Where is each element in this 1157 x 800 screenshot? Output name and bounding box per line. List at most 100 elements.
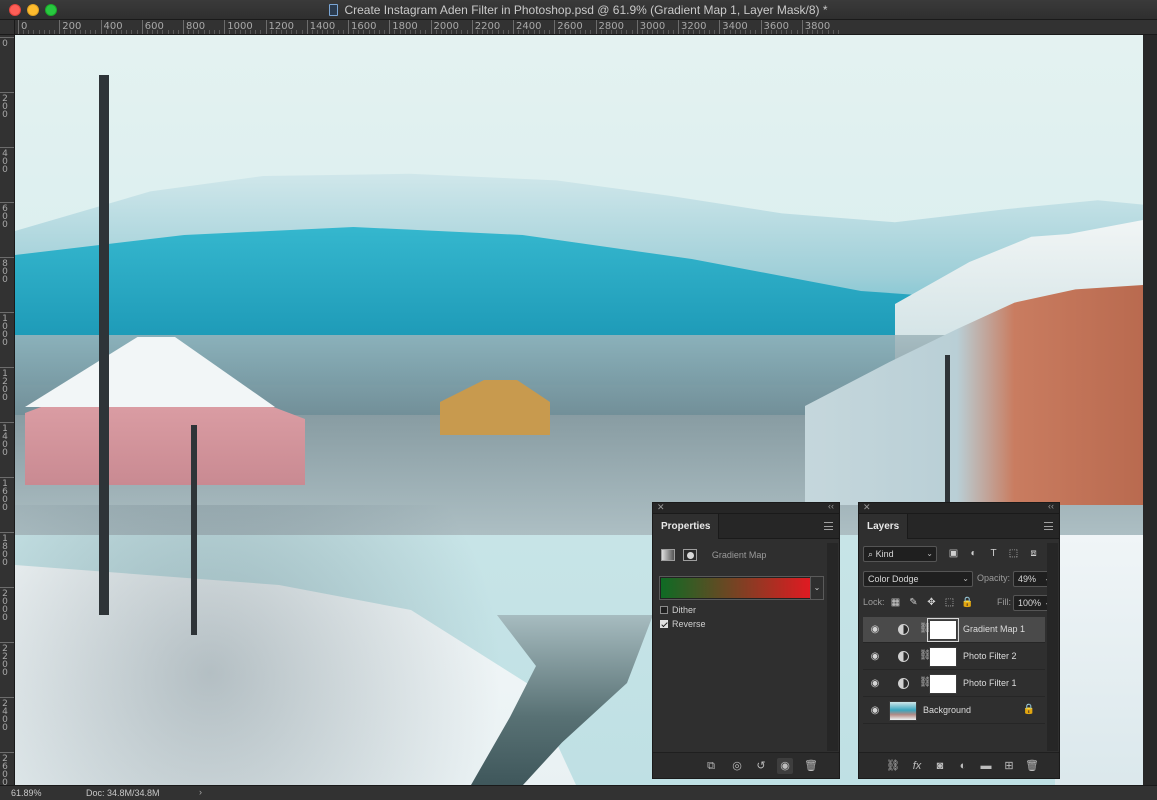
ruler-minor-tick	[456, 30, 458, 34]
reverse-option[interactable]: Reverse	[660, 618, 706, 630]
background-thumbnail[interactable]	[889, 701, 917, 721]
new-adjustment-layer-icon[interactable]: ◐	[955, 758, 971, 774]
ruler-major-tick	[0, 752, 14, 753]
document-title: Create Instagram Aden Filter in Photosho…	[344, 3, 828, 17]
ruler-minor-tick	[745, 30, 747, 34]
delete-layer-trash-icon[interactable]: 🗑	[1024, 758, 1040, 774]
reset-adjustments-icon[interactable]: ↺	[753, 758, 769, 774]
clip-to-layer-icon[interactable]: ⧉	[703, 758, 719, 774]
layer-style-fx-icon[interactable]: fx	[909, 758, 925, 774]
ruler-minor-tick	[832, 30, 834, 34]
layer-row-background[interactable]: ◉ Background 🔒	[863, 698, 1045, 724]
ruler-minor-tick	[445, 30, 447, 34]
layers-menu-icon[interactable]	[1044, 522, 1053, 530]
filter-pixel-icon[interactable]: ▣	[947, 547, 960, 560]
ruler-minor-tick	[152, 30, 154, 34]
delete-adjustment-trash-icon[interactable]: 🗑	[803, 758, 819, 774]
ruler-minor-tick	[327, 30, 329, 34]
new-layer-icon[interactable]: ⊞	[1001, 758, 1017, 774]
status-menu-chevron-right-icon[interactable]: ›	[199, 787, 202, 797]
layer-mask-thumbnail[interactable]	[929, 647, 957, 667]
ruler-origin[interactable]	[0, 20, 15, 35]
tab-properties[interactable]: Properties	[653, 514, 720, 539]
lock-position-move-icon[interactable]: ✥	[925, 596, 938, 609]
zoom-level[interactable]: 61.89%	[11, 788, 42, 798]
link-layers-icon[interactable]: ⛓	[885, 758, 901, 774]
visibility-eye-icon[interactable]: ◉	[868, 704, 882, 718]
tab-layers[interactable]: Layers	[859, 514, 909, 539]
ruler-minor-tick	[528, 30, 530, 34]
lock-artboard-icon[interactable]: ⬚	[943, 596, 956, 609]
filter-smart-object-icon[interactable]: ⧈	[1027, 547, 1040, 560]
ruler-minor-tick	[605, 30, 607, 34]
mask-icon[interactable]	[683, 548, 698, 561]
ruler-minor-tick	[54, 30, 56, 34]
filter-shape-icon[interactable]: ⬚	[1007, 547, 1020, 560]
gradient-picker[interactable]: ⌄	[659, 576, 824, 600]
ruler-label: 2000	[2, 589, 8, 623]
properties-title: Gradient Map	[711, 549, 767, 560]
layer-name[interactable]: Photo Filter 2	[963, 651, 1017, 661]
layer-name[interactable]: Photo Filter 1	[963, 678, 1017, 688]
adjustment-icon[interactable]	[661, 548, 675, 561]
ruler-minor-tick	[177, 30, 179, 34]
ruler-minor-tick	[750, 30, 752, 34]
ruler-major-tick	[636, 20, 638, 34]
filter-adjustment-icon[interactable]: ◐	[967, 547, 980, 560]
dither-option[interactable]: Dither	[660, 604, 696, 616]
photo-tree-trunk	[99, 75, 109, 615]
layers-close-icon[interactable]: ✕	[863, 502, 871, 513]
ruler-minor-tick	[435, 30, 437, 34]
ruler-minor-tick	[569, 30, 571, 34]
visibility-eye-icon[interactable]: ◉	[868, 650, 882, 664]
view-previous-state-icon[interactable]: ◎	[729, 758, 745, 774]
toggle-visibility-eye-icon[interactable]: ◉	[777, 758, 793, 774]
filter-type-icon[interactable]: T	[987, 547, 1000, 560]
properties-scrollbar[interactable]	[827, 543, 838, 751]
layer-mask-thumbnail[interactable]	[929, 674, 957, 694]
layer-name[interactable]: Gradient Map 1	[963, 624, 1025, 634]
gradient-dropdown-chevron-icon[interactable]: ⌄	[810, 577, 823, 599]
dither-checkbox[interactable]	[660, 606, 668, 614]
ruler-major-tick	[389, 20, 391, 34]
visibility-eye-icon[interactable]: ◉	[868, 623, 882, 637]
ruler-minor-tick	[399, 30, 401, 34]
ruler-minor-tick	[275, 30, 277, 34]
visibility-eye-icon[interactable]: ◉	[868, 677, 882, 691]
blend-mode-select[interactable]: Color Dodge ⌄	[863, 571, 973, 587]
properties-collapse-icon[interactable]: ‹‹	[828, 501, 834, 511]
ruler-minor-tick	[43, 30, 45, 34]
vertical-ruler[interactable]: 0 200 400 600 800 1000 1200 1400 1600 1800 2000 220…	[0, 35, 15, 785]
ruler-major-tick	[59, 20, 61, 34]
lock-icon[interactable]: 🔒	[1023, 704, 1035, 715]
ruler-minor-tick	[585, 30, 587, 34]
add-mask-icon[interactable]: ◙	[932, 758, 948, 774]
ruler-minor-tick	[538, 30, 540, 34]
ruler-major-tick	[760, 20, 762, 34]
ruler-major-tick	[471, 20, 473, 34]
lock-transparent-icon[interactable]: ▦	[889, 596, 902, 609]
title-bar: Create Instagram Aden Filter in Photosho…	[0, 0, 1157, 20]
lock-image-brush-icon[interactable]: ✎	[907, 596, 920, 609]
layers-scrollbar[interactable]	[1047, 543, 1058, 751]
gradient-preview[interactable]	[661, 578, 810, 598]
ruler-minor-tick	[409, 30, 411, 34]
properties-menu-icon[interactable]	[824, 522, 833, 530]
filter-kind-select[interactable]: ⌕ Kind ⌄	[863, 546, 937, 562]
lock-all-icon[interactable]: 🔒	[961, 596, 974, 609]
ruler-minor-tick	[255, 30, 257, 34]
reverse-checkbox[interactable]	[660, 620, 668, 628]
layers-collapse-icon[interactable]: ‹‹	[1048, 501, 1054, 511]
horizontal-ruler[interactable]: 0 200 400 600 800 1000 1200 1400 1600 1800 2000 220…	[15, 20, 1157, 35]
ruler-minor-tick	[219, 30, 221, 34]
layer-row-gradient-map-1[interactable]: ◉ ⛓ Gradient Map 1	[863, 617, 1045, 643]
status-bar: 61.89% Doc: 34.8M/34.8M ›	[0, 785, 1157, 800]
layer-mask-thumbnail[interactable]	[927, 618, 959, 642]
layer-row-photo-filter-1[interactable]: ◉ ⛓ Photo Filter 1	[863, 671, 1045, 697]
ruler-minor-tick	[342, 30, 344, 34]
properties-close-icon[interactable]: ✕	[657, 502, 665, 513]
new-group-folder-icon[interactable]: ▬	[978, 758, 994, 774]
layer-name[interactable]: Background	[923, 705, 971, 715]
layer-row-photo-filter-2[interactable]: ◉ ⛓ Photo Filter 2	[863, 644, 1045, 670]
ruler-label: 600	[2, 204, 8, 230]
